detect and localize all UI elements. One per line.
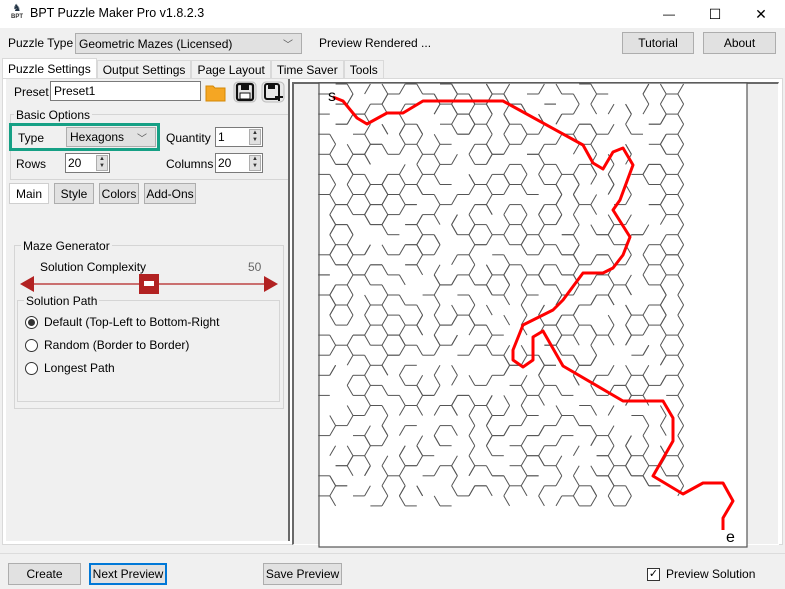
about-button[interactable]: About [703,32,776,54]
preset-input[interactable]: Preset1 [50,81,201,101]
tutorial-button[interactable]: Tutorial [622,32,694,54]
slider-right-arrow-icon[interactable] [264,276,278,292]
preview-solution-toggle[interactable]: ✓ Preview Solution [647,567,755,581]
splitter[interactable] [288,79,290,541]
solution-complexity-value: 50 [248,260,262,274]
spin-arrows-icon[interactable]: ▲ ▼ [96,155,108,171]
subtab-main[interactable]: Main [9,183,49,204]
maximize-button[interactable]: ☐ [692,0,738,28]
rows-stepper[interactable]: 20 ▲ ▼ [65,153,110,173]
app-logo-icon: ♞ BPT [11,3,23,21]
save-preset-button[interactable] [233,81,257,103]
solution-option-label: Default (Top-Left to Bottom-Right [44,315,220,329]
subtab-colors[interactable]: Colors [99,183,139,204]
chevron-down-icon: ﹀ [283,40,293,51]
solution-option-random[interactable]: Random (Border to Border) [25,338,189,352]
solution-option-default[interactable]: Default (Top-Left to Bottom-Right [25,315,219,329]
spin-arrows-icon[interactable]: ▲ ▼ [249,155,261,171]
main-tabs: Puzzle Settings Output Settings Page Lay… [2,58,384,79]
tab-output-settings[interactable]: Output Settings [96,60,192,79]
next-preview-button[interactable]: Next Preview [89,563,167,585]
solution-path-title: Solution Path [24,294,100,308]
window-title: BPT Puzzle Maker Pro v1.8.2.3 [30,6,205,20]
maze-generator-title: Maze Generator [21,239,112,253]
minimize-button[interactable]: — [646,0,692,28]
solution-option-longest[interactable]: Longest Path [25,361,115,375]
radio-default[interactable] [25,315,38,329]
rows-value: 20 [68,156,82,170]
tab-puzzle-settings[interactable]: Puzzle Settings [2,58,97,79]
save-icon [233,81,257,103]
subtab-style[interactable]: Style [54,183,94,204]
maze-start-label: s [328,88,336,105]
solution-option-label: Random (Border to Border) [44,338,190,352]
preview-solution-label: Preview Solution [666,567,756,581]
rows-label: Rows [16,157,47,171]
radio-random[interactable] [25,338,38,352]
puzzle-type-value: Geometric Mazes (Licensed) [79,36,233,51]
quantity-label: Quantity [166,131,211,145]
puzzle-type-dropdown[interactable]: Geometric Mazes (Licensed) ﹀ [75,33,302,54]
folder-open-icon [205,85,226,102]
chevron-down-icon: ﹀ [137,134,147,145]
maze-end-label: e [726,529,735,546]
maximize-icon: ☐ [708,5,722,22]
type-label: Type [18,131,45,145]
slider-thumb[interactable] [139,274,159,294]
maze-type-dropdown[interactable]: Hexagons ﹀ [66,127,156,147]
minimize-icon: — [663,7,675,21]
close-icon: ✕ [755,5,767,22]
open-preset-button[interactable] [204,81,228,103]
quantity-stepper[interactable]: 1 ▲ ▼ [215,127,263,147]
tab-time-saver[interactable]: Time Saver [270,60,344,79]
maze-type-value: Hexagons [70,130,125,144]
radio-longest[interactable] [25,361,38,375]
create-button[interactable]: Create [8,563,81,585]
footer-divider [0,553,785,554]
status-text: Preview Rendered ... [319,36,432,50]
slider-left-arrow-icon[interactable] [20,276,34,292]
subtab-add-ons[interactable]: Add-Ons [144,183,196,204]
quantity-value: 1 [218,130,225,144]
spin-arrows-icon[interactable]: ▲ ▼ [249,129,261,145]
solution-option-label: Longest Path [44,361,115,375]
preset-label: Preset [14,85,49,99]
maze-border [318,82,748,548]
columns-stepper[interactable]: 20 ▲ ▼ [215,153,263,173]
close-button[interactable]: ✕ [738,0,784,28]
columns-label: Columns [166,157,214,171]
save-as-icon [261,81,285,103]
save-preset-as-button[interactable] [261,81,285,103]
preview-solution-checkbox[interactable]: ✓ [647,567,660,581]
puzzle-type-label: Puzzle Type [8,36,74,50]
save-preview-button[interactable]: Save Preview [263,563,342,585]
solution-complexity-label: Solution Complexity [40,260,147,274]
solution-complexity-slider[interactable] [20,274,278,294]
tab-tools[interactable]: Tools [343,60,384,79]
basic-options-title: Basic Options [14,108,93,122]
tab-page-layout[interactable]: Page Layout [191,60,271,79]
columns-value: 20 [218,156,232,170]
maze-preview: s e [318,82,748,548]
